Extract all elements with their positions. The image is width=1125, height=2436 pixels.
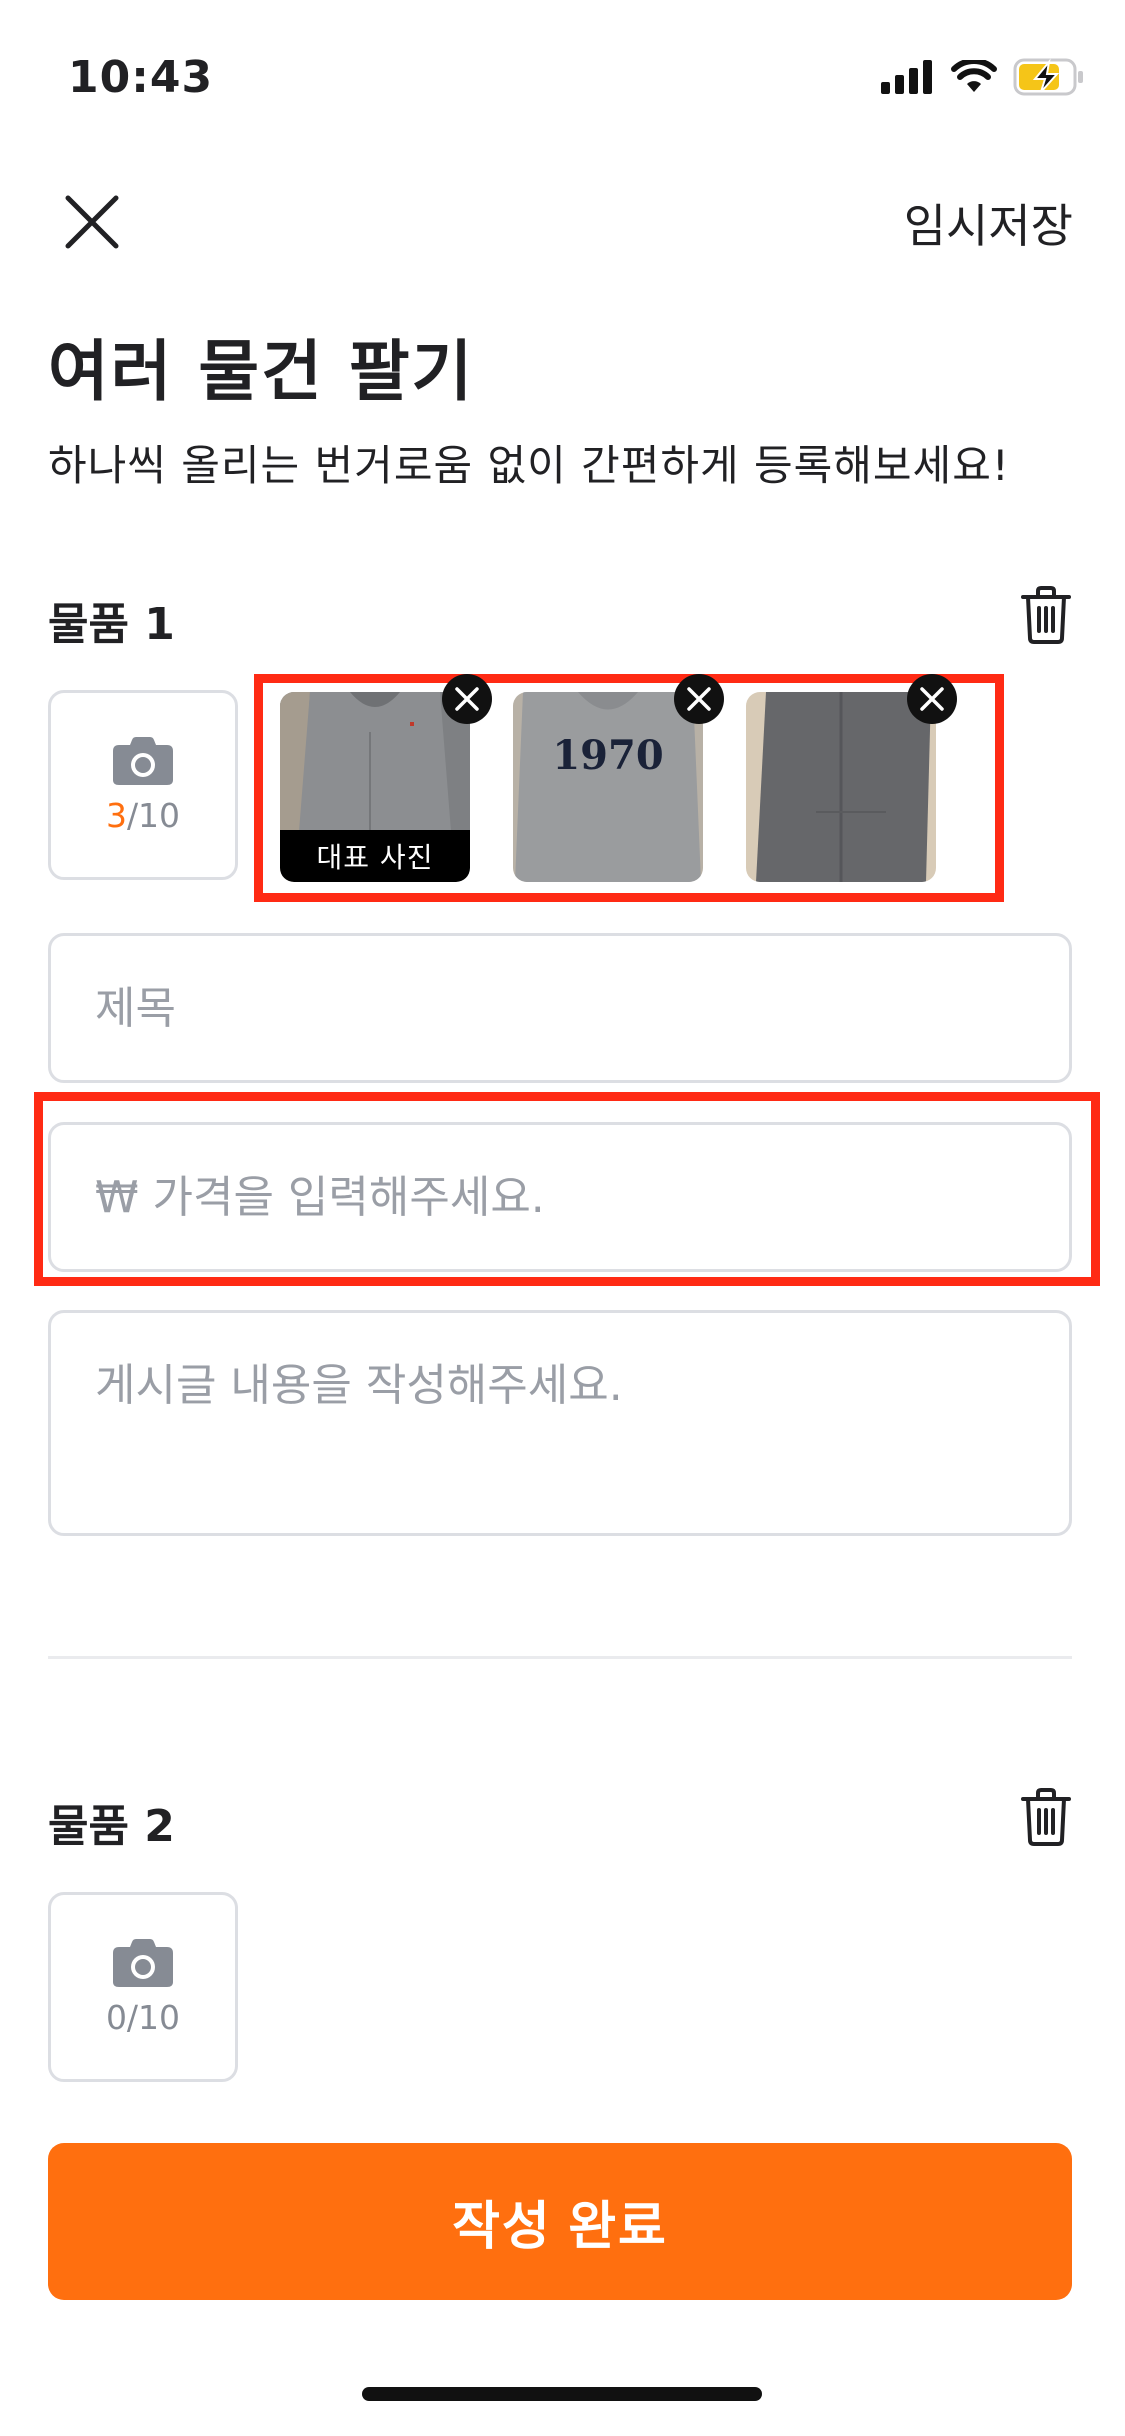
item-2-delete-button[interactable] bbox=[1014, 1782, 1078, 1852]
item-2-title: 물품 2 bbox=[48, 1801, 175, 1852]
item-1-photo-2[interactable]: 1970 bbox=[513, 692, 703, 882]
remove-icon bbox=[687, 687, 711, 711]
close-icon bbox=[65, 195, 119, 249]
photo-count-current: 3 bbox=[105, 795, 127, 835]
sweatshirt-print-text: 1970 bbox=[552, 732, 664, 779]
sweatshirt-photo bbox=[746, 692, 936, 882]
item-1-delete-button[interactable] bbox=[1014, 580, 1078, 650]
item-2-add-photo-button[interactable]: 0/10 bbox=[48, 1892, 238, 2082]
trash-icon bbox=[1021, 1788, 1071, 1846]
home-indicator bbox=[362, 2387, 762, 2401]
remove-icon bbox=[920, 687, 944, 711]
item-1-add-photo-button[interactable]: 3/10 bbox=[48, 690, 238, 880]
wifi-icon bbox=[951, 60, 997, 92]
top-nav: 임시저장 bbox=[0, 160, 1125, 270]
sweatshirt-photo bbox=[513, 692, 703, 882]
status-icons bbox=[881, 58, 1085, 96]
item-1-photo-1[interactable]: 대표 사진 bbox=[280, 692, 470, 882]
close-button[interactable] bbox=[50, 180, 134, 264]
photo-count-total: /10 bbox=[126, 795, 181, 835]
item-1-photo-2-remove-button[interactable] bbox=[674, 674, 724, 724]
battery-charging-icon bbox=[1013, 58, 1083, 96]
camera-icon bbox=[113, 736, 173, 785]
submit-button[interactable]: 작성 완료 bbox=[48, 2143, 1072, 2300]
item-2-photo-count: 0/10 bbox=[105, 1997, 181, 2037]
representative-photo-label: 대표 사진 bbox=[280, 830, 470, 882]
temp-save-button[interactable]: 임시저장 bbox=[904, 190, 1073, 256]
item-1-title-input[interactable] bbox=[48, 933, 1072, 1083]
item-1-photo-3[interactable] bbox=[746, 692, 936, 882]
status-bar: 10:43 bbox=[0, 0, 1125, 150]
trash-icon bbox=[1021, 586, 1071, 644]
camera-icon bbox=[113, 1938, 173, 1987]
page-subtitle: 하나씩 올리는 번거로움 없이 간편하게 등록해보세요! bbox=[48, 441, 1010, 490]
remove-icon bbox=[455, 687, 479, 711]
item-2-header: 물품 2 bbox=[48, 1782, 1078, 1852]
item-1-photo-count: 3/10 bbox=[106, 796, 180, 835]
item-1-content-textarea[interactable] bbox=[48, 1310, 1072, 1536]
item-1-price-input[interactable] bbox=[48, 1122, 1072, 1272]
status-time: 10:43 bbox=[68, 52, 214, 103]
item-1-header: 물품 1 bbox=[48, 580, 1078, 650]
signal-icon bbox=[881, 60, 932, 94]
item-1-photo-3-remove-button[interactable] bbox=[907, 674, 957, 724]
item-1-photo-1-remove-button[interactable] bbox=[442, 674, 492, 724]
page-title: 여러 물건 팔기 bbox=[48, 333, 475, 410]
section-divider bbox=[48, 1656, 1072, 1659]
item-1-title: 물품 1 bbox=[48, 599, 175, 650]
